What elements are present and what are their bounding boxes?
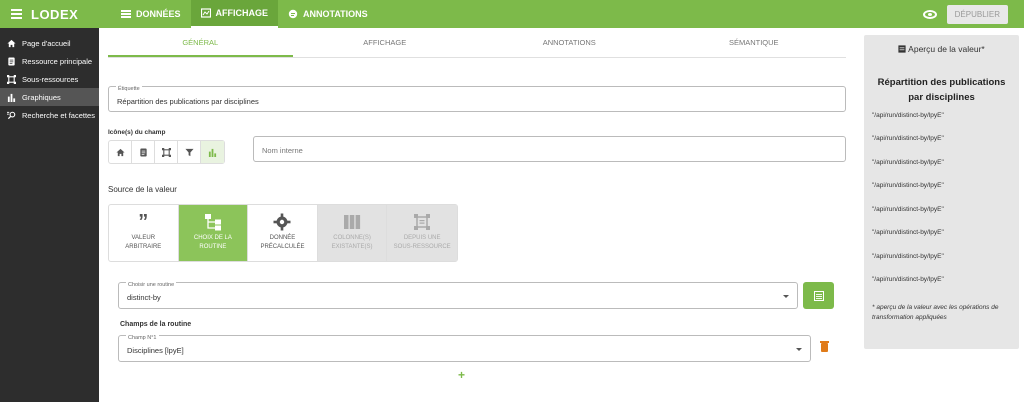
home-icon[interactable] (109, 141, 132, 163)
tab-general[interactable]: GÉNÉRAL (108, 28, 293, 57)
columns-icon (343, 213, 361, 231)
value-preview-panel: Aperçu de la valeur* Répartition des pub… (864, 35, 1019, 349)
nav-tab-affichage[interactable]: AFFICHAGE (190, 0, 279, 28)
source-label-line1: CHOIX DE LA (193, 235, 232, 241)
routine-fields-title: Champs de la routine (120, 321, 192, 328)
search-facets-icon (7, 111, 16, 120)
source-label-line2: ROUTINE (199, 244, 227, 250)
source-label-line1: DEPUIS UNE (403, 235, 441, 241)
nav-tab-label: AFFICHAGE (215, 8, 269, 18)
preview-line: "/api/run/distinct-by/lpyE" (872, 135, 944, 142)
document-icon (7, 56, 16, 66)
chart-icon[interactable] (201, 141, 224, 163)
hamburger-menu-icon[interactable] (4, 0, 28, 28)
trash-icon[interactable] (820, 341, 829, 352)
sidebar: Page d'accueil Ressource principale Sous… (0, 28, 99, 402)
source-precomputed[interactable]: DONNÉE PRÉCALCULÉE (248, 205, 318, 261)
routine-field-1-select[interactable]: Champ N°1 Disciplines [lpyE] (118, 335, 811, 362)
table-icon (813, 290, 824, 301)
icons-label: Icône(s) du champ (108, 129, 166, 136)
top-bar: LODEX DONNÉES AFFICHAGE ANNOTATIONS DÉPU… (0, 0, 1024, 28)
sidebar-item-label: Recherche et facettes (22, 110, 95, 120)
routine-select[interactable]: Choisir une routine distinct-by (118, 282, 798, 309)
unpublish-button[interactable]: DÉPUBLIER (946, 4, 1008, 24)
preview-line: "/api/run/distinct-by/lpyE" (872, 182, 944, 189)
source-label-line2: ARBITRAIRE (125, 244, 162, 250)
gear-icon (273, 213, 291, 231)
tab-annotations[interactable]: ANNOTATIONS (477, 28, 662, 57)
preview-line: "/api/run/distinct-by/lpyE" (872, 112, 944, 119)
app-logo[interactable]: LODEX (31, 7, 111, 22)
home-icon (7, 39, 16, 48)
tab-display[interactable]: AFFICHAGE (293, 28, 478, 57)
source-label-line2: SOUS-RESSOURCE (393, 244, 451, 250)
routine-field-1-value: Disciplines [lpyE] (127, 346, 184, 355)
source-label-line1: COLONNE(S) (333, 235, 371, 241)
nav-tab-label: ANNOTATIONS (303, 9, 368, 19)
comment-icon (288, 9, 298, 19)
preview-header-text: Aperçu de la valeur* (908, 44, 985, 54)
preview-line: "/api/run/distinct-by/lpyE" (872, 206, 944, 213)
preview-header: Aperçu de la valeur* (864, 44, 1019, 54)
sub-tabs: GÉNÉRAL AFFICHAGE ANNOTATIONS SÉMANTIQUE (108, 28, 846, 58)
display-icon (200, 8, 211, 18)
chart-icon (7, 93, 16, 102)
value-source-selector: ” VALEUR ARBITRAIRE CHOIX DE LA ROUTINE … (108, 204, 458, 262)
preview-note: * aperçu de la valeur avec les opération… (872, 304, 999, 321)
main-content: GÉNÉRAL AFFICHAGE ANNOTATIONS SÉMANTIQUE… (108, 28, 846, 402)
sidebar-item-search-facets[interactable]: Recherche et facettes (0, 106, 99, 124)
sidebar-item-home[interactable]: Page d'accueil (0, 34, 99, 52)
add-field-button[interactable]: + (458, 368, 465, 382)
source-routine-choice[interactable]: CHOIX DE LA ROUTINE (178, 205, 249, 261)
sidebar-item-label: Ressource principale (22, 56, 93, 66)
preview-line: "/api/run/distinct-by/lpyE" (872, 229, 944, 236)
source-label-line1: DONNÉE (269, 235, 296, 241)
sidebar-item-subresources[interactable]: Sous-ressources (0, 70, 99, 88)
eye-icon[interactable] (922, 9, 937, 19)
internal-name-field[interactable]: Nom interne (253, 136, 846, 162)
sidebar-item-label: Page d'accueil (22, 38, 71, 48)
label-field-caption: Étiquette (116, 86, 142, 92)
preview-icon (898, 45, 906, 53)
label-field[interactable]: Étiquette Répartition des publications p… (108, 86, 846, 112)
source-label-line2: PRÉCALCULÉE (260, 244, 305, 250)
chevron-down-icon (796, 348, 802, 351)
source-title: Source de la valeur (108, 185, 177, 194)
nav-tab-label: DONNÉES (136, 9, 181, 19)
source-label-line1: VALEUR (131, 235, 156, 241)
nav-tab-annotations[interactable]: ANNOTATIONS (278, 0, 378, 28)
sidebar-item-label: Sous-ressources (22, 74, 79, 84)
source-from-subresource[interactable]: DEPUIS UNE SOUS-RESSOURCE (387, 205, 457, 261)
internal-name-placeholder: Nom interne (262, 146, 303, 155)
subresource-icon (413, 213, 431, 231)
sidebar-item-charts[interactable]: Graphiques (0, 88, 99, 106)
document-icon[interactable] (132, 141, 155, 163)
routine-tree-icon (204, 213, 222, 231)
preview-title: Répartition des publications par discipl… (877, 77, 1006, 103)
source-arbitrary-value[interactable]: ” VALEUR ARBITRAIRE (109, 205, 179, 261)
filter-icon[interactable] (178, 141, 201, 163)
preview-line: "/api/run/distinct-by/lpyE" (872, 276, 944, 283)
tab-semantics[interactable]: SÉMANTIQUE (662, 28, 847, 57)
source-label-line2: EXISTANTE(S) (331, 244, 373, 250)
list-icon (121, 10, 131, 18)
sidebar-item-label: Graphiques (22, 92, 61, 102)
label-field-value: Répartition des publications par discipl… (117, 97, 259, 106)
routine-field-1-caption: Champ N°1 (126, 335, 159, 341)
nav-tab-donnees[interactable]: DONNÉES (111, 0, 191, 28)
subresource-icon[interactable] (155, 141, 178, 163)
routine-select-caption: Choisir une routine (126, 282, 177, 288)
routine-select-value: distinct-by (127, 293, 161, 302)
preview-line: "/api/run/distinct-by/lpyE" (872, 159, 944, 166)
quote-icon: ” (138, 211, 149, 233)
preview-line: "/api/run/distinct-by/lpyE" (872, 253, 944, 260)
field-icon-selector (108, 140, 225, 164)
subresource-icon (7, 74, 16, 84)
sidebar-item-main-resource[interactable]: Ressource principale (0, 52, 99, 70)
source-existing-columns[interactable]: COLONNE(S) EXISTANTE(S) (317, 205, 388, 261)
chevron-down-icon (783, 295, 789, 298)
routine-details-button[interactable] (803, 282, 834, 309)
